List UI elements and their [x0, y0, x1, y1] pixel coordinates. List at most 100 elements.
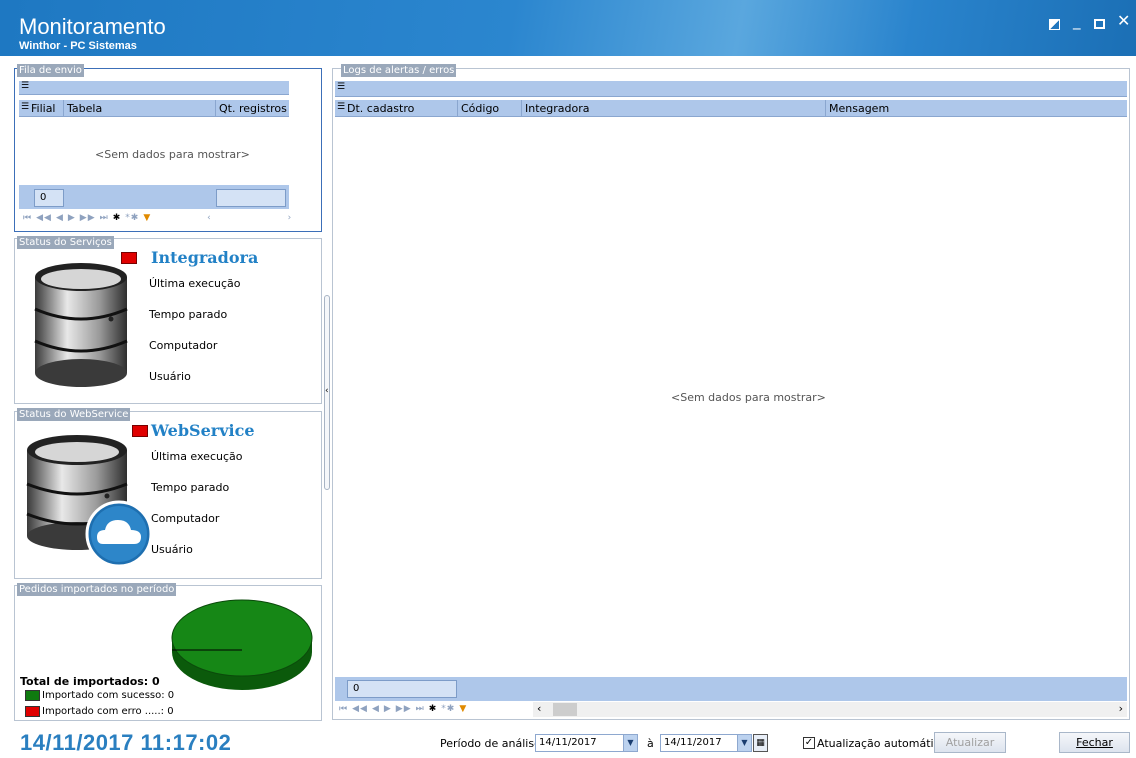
servicos-status-indicator — [121, 252, 137, 264]
legend-sucesso: Importado com sucesso: 0 — [42, 690, 175, 701]
calendar-icon[interactable]: ▦ — [753, 734, 768, 752]
next-page-icon[interactable]: ▶▶ — [80, 213, 96, 223]
maximize-icon[interactable] — [1094, 19, 1105, 29]
prev-icon[interactable]: ◀ — [56, 213, 64, 223]
webservice-panel: Status do WebService WebService Última e… — [14, 408, 322, 579]
column-chooser-icon[interactable]: ☰ — [21, 102, 29, 112]
servicos-ultima-execucao: Última execução — [149, 277, 241, 290]
prev-icon[interactable]: ◀ — [372, 704, 380, 714]
first-icon[interactable]: ⏮ — [23, 213, 32, 223]
col-filial[interactable]: Filial — [31, 102, 56, 115]
servicos-panel: Status do Serviços Integradora Última ex… — [14, 236, 322, 404]
window-subtitle: Winthor - PC Sistemas — [19, 40, 137, 52]
scroll-thumb[interactable] — [553, 703, 577, 716]
chevron-down-icon[interactable]: ▼ — [623, 735, 637, 751]
webservice-usuario: Usuário — [151, 543, 193, 556]
fila-panel: Fila de envio ☰ ☰ Filial Tabela Qt. regi… — [14, 64, 322, 232]
last-icon[interactable]: ⏭ — [416, 704, 425, 714]
logs-empty-text: <Sem dados para mostrar> — [671, 391, 826, 404]
col-dt-cadastro[interactable]: Dt. cadastro — [347, 102, 414, 115]
fila-empty-text: <Sem dados para mostrar> — [95, 148, 250, 161]
periodo-label: Período de análise: — [440, 737, 545, 750]
fila-navigator: ⏮ ◀◀ ◀ ▶ ▶▶ ⏭ ✱ *✱ ▼ ‹ › — [23, 213, 292, 223]
auto-update-label[interactable]: Atualização automática — [817, 737, 946, 750]
fila-group-row: ☰ — [19, 81, 289, 95]
column-chooser-icon[interactable]: ☰ — [337, 102, 345, 112]
logs-group-row: ☰ — [335, 81, 1127, 97]
webservice-computador: Computador — [151, 512, 220, 525]
fila-summary-cell — [216, 189, 286, 207]
pedidos-panel: Pedidos importados no período Total de i… — [14, 583, 322, 721]
scroll-left-icon[interactable]: ‹ — [537, 702, 541, 715]
chevron-down-icon[interactable]: ▼ — [737, 735, 751, 751]
database-cloud-icon — [26, 435, 153, 568]
servicos-group-label: Status do Serviços — [17, 236, 114, 249]
fila-group-label: Fila de envio — [17, 64, 84, 77]
next-icon[interactable]: ▶ — [384, 704, 392, 714]
pedidos-total: Total de importados: 0 — [20, 675, 160, 688]
servicos-usuario: Usuário — [149, 370, 191, 383]
webservice-group-label: Status do WebService — [17, 408, 131, 421]
scroll-right-icon[interactable]: › — [288, 213, 293, 223]
logs-hscrollbar[interactable]: ‹ › — [533, 702, 1127, 717]
filter-icon[interactable]: ▼ — [143, 213, 151, 223]
fila-count: 0 — [34, 189, 64, 207]
minimize-icon[interactable]: _ — [1073, 12, 1081, 30]
clock: 14/11/2017 11:17:02 — [20, 730, 232, 755]
prev-page-icon[interactable]: ◀◀ — [352, 704, 368, 714]
legend-erro: Importado com erro .....: 0 — [42, 706, 174, 717]
servicos-tempo-parado: Tempo parado — [149, 308, 228, 321]
fechar-button[interactable]: Fechar — [1059, 732, 1130, 753]
close-icon[interactable]: ✕ — [1117, 11, 1130, 30]
append-icon[interactable]: ✱ — [113, 213, 122, 223]
col-qt-registros[interactable]: Qt. registros — [219, 102, 287, 115]
last-icon[interactable]: ⏭ — [100, 213, 109, 223]
logs-footer: 0 — [335, 677, 1127, 701]
logs-navigator: ⏮ ◀◀ ◀ ▶ ▶▶ ⏭ ✱ *✱ ▼ — [339, 704, 471, 714]
col-integradora[interactable]: Integradora — [525, 102, 590, 115]
scroll-right-icon[interactable]: › — [1119, 702, 1123, 715]
webservice-name: WebService — [151, 421, 255, 440]
logs-header-row: ☰ Dt. cadastro Código Integradora Mensag… — [335, 100, 1127, 117]
logs-group-label: Logs de alertas / erros — [341, 64, 457, 77]
auto-update-checkbox[interactable]: ✓ — [803, 737, 815, 749]
date-from-value: 14/11/2017 — [539, 737, 597, 748]
restore-icon[interactable] — [1049, 19, 1060, 30]
prev-page-icon[interactable]: ◀◀ — [36, 213, 52, 223]
legend-sucesso-swatch — [25, 690, 40, 701]
date-to-value: 14/11/2017 — [664, 737, 722, 748]
window-title: Monitoramento — [19, 14, 166, 39]
collapse-left-icon[interactable]: ‹ — [325, 386, 329, 396]
title-bar: Monitoramento Winthor - PC Sistemas _ ✕ — [0, 0, 1136, 56]
logs-panel: Logs de alertas / erros ☰ ☰ Dt. cadastro… — [332, 64, 1130, 720]
webservice-ultima-execucao: Última execução — [151, 450, 243, 463]
next-page-icon[interactable]: ▶▶ — [396, 704, 412, 714]
servicos-name: Integradora — [151, 248, 259, 267]
pie-slice-top — [171, 599, 313, 677]
pedidos-group-label: Pedidos importados no período — [17, 583, 177, 596]
a-label: à — [647, 737, 654, 750]
scroll-left-icon[interactable]: ‹ — [207, 213, 212, 223]
col-mensagem[interactable]: Mensagem — [829, 102, 889, 115]
next-icon[interactable]: ▶ — [68, 213, 76, 223]
column-chooser-icon[interactable]: ☰ — [21, 81, 29, 91]
date-from-input[interactable]: 14/11/2017 ▼ — [535, 734, 638, 752]
webservice-tempo-parado: Tempo parado — [151, 481, 230, 494]
first-icon[interactable]: ⏮ — [339, 704, 348, 714]
append-icon[interactable]: ✱ — [429, 704, 438, 714]
delete-icon[interactable]: *✱ — [441, 704, 455, 714]
date-to-input[interactable]: 14/11/2017 ▼ — [660, 734, 752, 752]
webservice-status-indicator — [132, 425, 148, 437]
col-tabela[interactable]: Tabela — [67, 102, 102, 115]
atualizar-button[interactable]: Atualizar — [934, 732, 1006, 753]
col-codigo[interactable]: Código — [461, 102, 499, 115]
pedidos-pie-chart — [171, 599, 313, 690]
fila-header-row: ☰ Filial Tabela Qt. registros — [19, 100, 289, 117]
delete-icon[interactable]: *✱ — [125, 213, 139, 223]
database-icon — [34, 263, 128, 387]
servicos-computador: Computador — [149, 339, 218, 352]
splitter[interactable]: ‹ — [324, 295, 330, 490]
legend-erro-swatch — [25, 706, 40, 717]
filter-icon[interactable]: ▼ — [459, 704, 467, 714]
column-chooser-icon[interactable]: ☰ — [337, 82, 345, 92]
